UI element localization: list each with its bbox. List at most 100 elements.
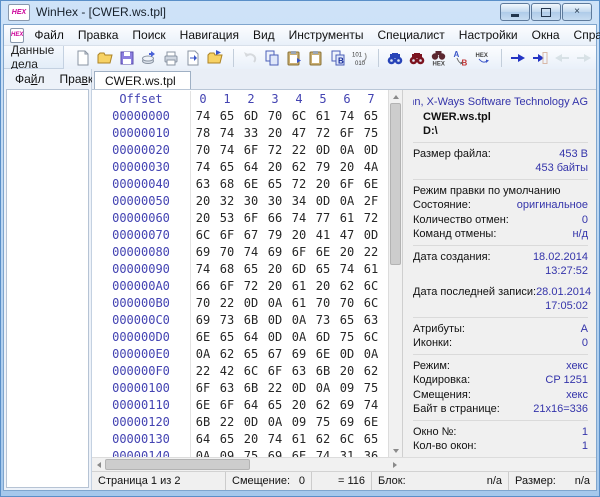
hex-byte-cell[interactable]: 0A [191, 448, 215, 457]
hex-byte-cell[interactable]: 73 [215, 312, 239, 329]
hex-byte-cell[interactable]: 75 [311, 414, 335, 431]
hex-byte-cell[interactable]: 33 [239, 125, 263, 142]
menu-item[interactable]: Навигация [173, 26, 246, 44]
hex-byte-cell[interactable]: 6F [263, 363, 287, 380]
hex-byte-cell[interactable]: 0D [239, 414, 263, 431]
hex-byte-cell[interactable]: 74 [335, 108, 359, 125]
hex-byte-cell[interactable]: 62 [311, 397, 335, 414]
menu-item[interactable]: Вид [246, 26, 282, 44]
hex-byte-cell[interactable]: 6E [359, 176, 383, 193]
offset-cell[interactable]: 00000120 [92, 414, 191, 431]
hex-byte-cell[interactable]: 65 [359, 108, 383, 125]
menu-item[interactable]: Специалист [371, 26, 452, 44]
hex-byte-cell[interactable]: 62 [359, 363, 383, 380]
menu-item[interactable]: Настройки [452, 26, 525, 44]
scroll-right-icon[interactable] [388, 462, 401, 468]
hex-byte-cell[interactable]: 67 [263, 346, 287, 363]
hex-byte-cell[interactable]: 6E [311, 244, 335, 261]
hex-byte-cell[interactable]: 74 [287, 210, 311, 227]
offset-cell[interactable]: 00000060 [92, 210, 191, 227]
hex-byte-cell[interactable]: 6D [287, 261, 311, 278]
hex-byte-cell[interactable]: 72 [239, 278, 263, 295]
hex-byte-cell[interactable]: 36 [359, 448, 383, 457]
print-icon[interactable] [161, 49, 180, 67]
hex-byte-cell[interactable]: 70 [191, 142, 215, 159]
offset-cell[interactable]: 00000130 [92, 431, 191, 448]
hex-byte-cell[interactable]: 47 [287, 125, 311, 142]
hex-byte-cell[interactable]: 74 [191, 108, 215, 125]
hex-byte-cell[interactable]: 69 [263, 448, 287, 457]
menu-item[interactable]: Инструменты [282, 26, 371, 44]
hex-byte-cell[interactable]: 6D [311, 329, 335, 346]
hex-byte-cell[interactable]: 65 [311, 261, 335, 278]
hex-byte-cell[interactable]: 61 [335, 210, 359, 227]
vertical-scroll-track[interactable] [389, 265, 402, 444]
hex-byte-cell[interactable]: 6F [239, 210, 263, 227]
hex-byte-cell[interactable]: 64 [191, 431, 215, 448]
hex-byte-cell[interactable]: 6C [239, 363, 263, 380]
hex-byte-cell[interactable]: 74 [215, 142, 239, 159]
hex-byte-cell[interactable]: 20 [191, 193, 215, 210]
hex-byte-cell[interactable]: 6E [239, 176, 263, 193]
hex-byte-cell[interactable]: 70 [215, 244, 239, 261]
hex-byte-cell[interactable]: 20 [263, 159, 287, 176]
offset-cell[interactable]: 00000140 [92, 448, 191, 457]
offset-cell[interactable]: 000000B0 [92, 295, 191, 312]
hex-byte-cell[interactable]: 0A [335, 193, 359, 210]
hex-byte-cell[interactable]: 65 [215, 108, 239, 125]
hex-byte-cell[interactable]: 2F [359, 193, 383, 210]
hex-byte-cell[interactable]: 0A [359, 346, 383, 363]
binary-convert-icon[interactable]: 101010 [350, 49, 369, 67]
hex-byte-cell[interactable]: 65 [215, 329, 239, 346]
hex-byte-cell[interactable]: 6F [335, 176, 359, 193]
hex-byte-cell[interactable]: 63 [287, 363, 311, 380]
hex-byte-cell[interactable]: 6C [359, 278, 383, 295]
menu-item[interactable]: Окна [525, 26, 567, 44]
hex-byte-cell[interactable]: 6C [359, 329, 383, 346]
offset-cell[interactable]: 000000F0 [92, 363, 191, 380]
minimize-button[interactable] [500, 3, 530, 21]
hex-byte-cell[interactable]: 69 [335, 397, 359, 414]
hex-byte-cell[interactable]: 74 [215, 125, 239, 142]
hex-byte-cell[interactable]: 6B [239, 380, 263, 397]
offset-cell[interactable]: 00000100 [92, 380, 191, 397]
hex-byte-cell[interactable]: 62 [311, 431, 335, 448]
hex-byte-cell[interactable]: 0D [263, 329, 287, 346]
offset-cell[interactable]: 00000050 [92, 193, 191, 210]
hex-byte-cell[interactable]: 0D [263, 312, 287, 329]
paste-icon[interactable] [306, 49, 325, 67]
offset-cell[interactable]: 00000040 [92, 176, 191, 193]
hex-byte-cell[interactable]: 70 [335, 295, 359, 312]
hex-byte-cell[interactable]: 20 [263, 125, 287, 142]
hex-byte-cell[interactable]: 20 [191, 210, 215, 227]
horizontal-scrollbar[interactable] [92, 458, 401, 471]
hex-byte-cell[interactable]: 6B [239, 312, 263, 329]
hex-byte-cell[interactable]: 74 [311, 448, 335, 457]
hex-byte-cell[interactable]: 72 [359, 210, 383, 227]
hex-byte-cell[interactable]: 0D [239, 295, 263, 312]
hex-byte-cell[interactable]: 6E [287, 448, 311, 457]
hex-byte-cell[interactable]: 20 [335, 244, 359, 261]
hex-byte-cell[interactable]: 22 [215, 295, 239, 312]
hex-byte-cell[interactable]: 47 [335, 227, 359, 244]
hex-byte-cell[interactable]: 62 [335, 278, 359, 295]
hex-byte-cell[interactable]: 70 [263, 108, 287, 125]
hex-byte-cell[interactable]: 69 [191, 312, 215, 329]
hex-byte-cell[interactable]: 20 [335, 363, 359, 380]
offset-cell[interactable]: 00000080 [92, 244, 191, 261]
hex-byte-cell[interactable]: 20 [263, 278, 287, 295]
hex-byte-cell[interactable]: 6F [215, 227, 239, 244]
hex-byte-cell[interactable]: 0A [287, 312, 311, 329]
hex-byte-cell[interactable]: 75 [239, 448, 263, 457]
replace-hex-icon[interactable]: HEX [473, 49, 492, 67]
hex-byte-cell[interactable]: 6C [335, 431, 359, 448]
offset-cell[interactable]: 000000D0 [92, 329, 191, 346]
hex-byte-cell[interactable]: 22 [263, 380, 287, 397]
hex-byte-cell[interactable]: 53 [215, 210, 239, 227]
copy-icon[interactable] [262, 49, 281, 67]
hex-byte-cell[interactable]: 61 [287, 295, 311, 312]
hex-byte-cell[interactable]: 65 [263, 397, 287, 414]
find-text-icon[interactable] [385, 49, 404, 67]
hex-byte-cell[interactable]: 22 [287, 142, 311, 159]
horizontal-scroll-thumb[interactable] [105, 459, 250, 470]
